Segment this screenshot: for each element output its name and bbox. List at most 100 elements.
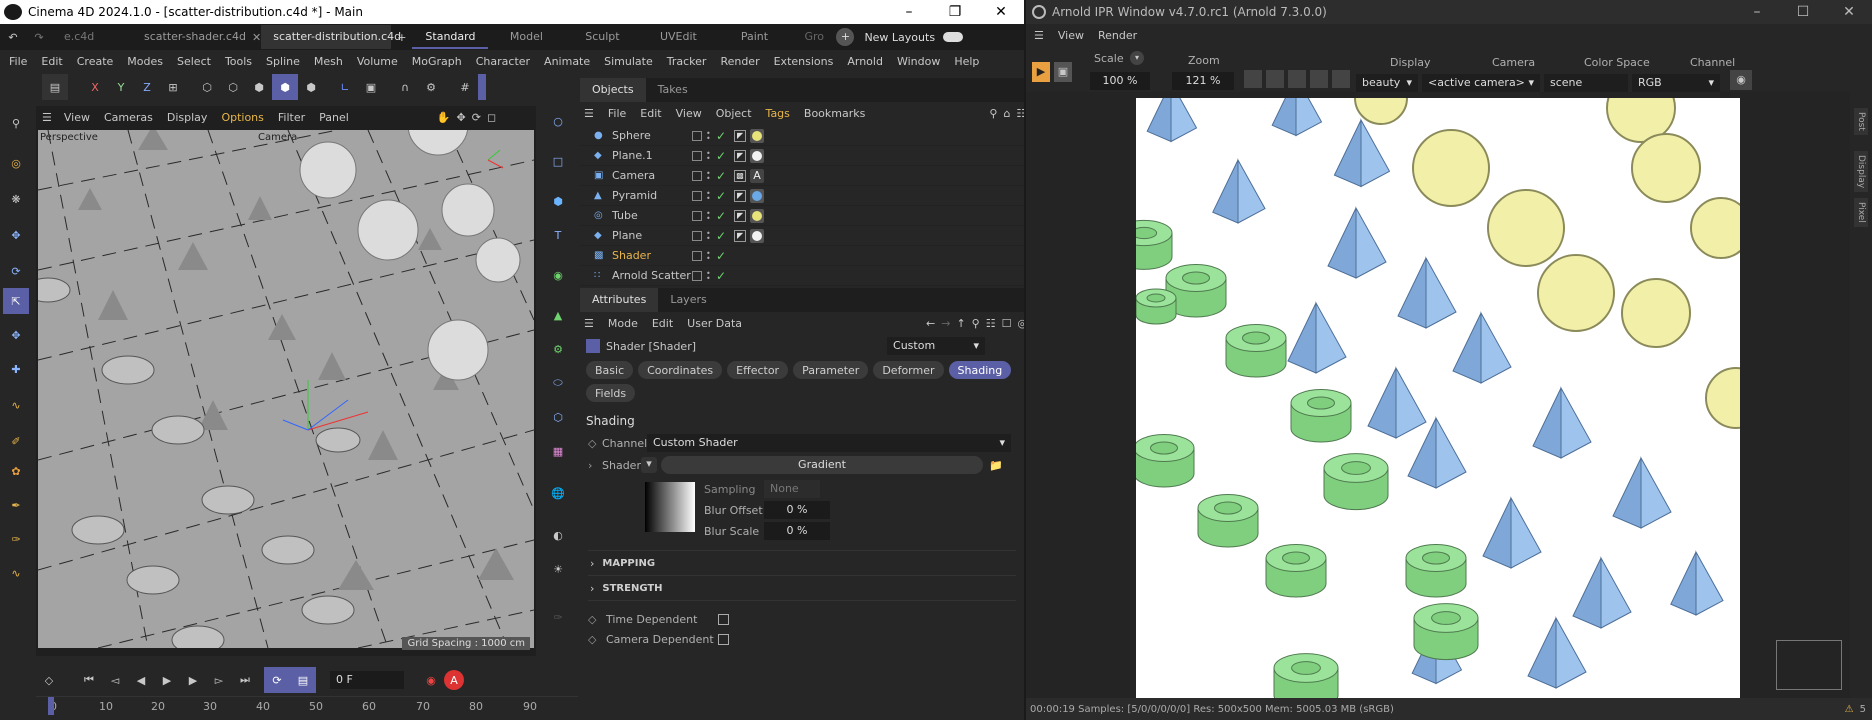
enabled-check-icon[interactable]: ✓ — [716, 249, 726, 263]
cube-icon[interactable]: ⬢ — [545, 188, 571, 214]
material-tag-icon[interactable] — [750, 128, 765, 143]
keyframe-diamond-icon[interactable]: ◇ — [588, 437, 602, 450]
text-icon[interactable]: T — [545, 222, 571, 248]
side-tab-display[interactable]: Display — [1854, 150, 1868, 193]
aov-icon[interactable] — [1244, 70, 1262, 88]
tab-layers[interactable]: Layers — [658, 288, 718, 312]
menu-volume[interactable]: Volume — [357, 55, 398, 68]
render-region-icon[interactable]: ▣ — [1054, 62, 1072, 82]
ipr-menu-render[interactable]: Render — [1098, 29, 1137, 42]
visibility-dots-icon[interactable]: • • — [706, 189, 712, 202]
menu-render[interactable]: Render — [720, 55, 759, 68]
search-icon[interactable]: ⚲ — [989, 107, 997, 120]
rotate-tool-icon[interactable]: ⟳ — [3, 258, 29, 284]
object-row[interactable]: ● Sphere • • ✓ ◤ — [580, 126, 1024, 146]
layout-grid-icon[interactable] — [1310, 70, 1328, 88]
menu-mesh[interactable]: Mesh — [314, 55, 343, 68]
coord-system-icon[interactable]: ⊞ — [160, 74, 186, 100]
spline-rect-icon[interactable]: □ — [545, 148, 571, 174]
material-tag-icon[interactable] — [750, 148, 765, 163]
object-row[interactable]: ◎ Tube • • ✓ ◤ — [580, 206, 1024, 226]
prev-frame-icon[interactable]: ◀ — [128, 667, 154, 693]
range-icon[interactable]: ▤ — [290, 667, 316, 693]
search-icon[interactable]: ⚲ — [972, 317, 980, 330]
visibility-dots-icon[interactable]: • • — [706, 249, 712, 262]
object-name[interactable]: Sphere — [612, 129, 692, 142]
viewport-menu-cameras[interactable]: Cameras — [104, 111, 153, 124]
object-name[interactable]: Arnold Scatter — [612, 269, 692, 282]
viewport-menu-options[interactable]: Options — [221, 111, 263, 124]
scene-icon[interactable]: ▦ — [545, 438, 571, 464]
subtab-basic[interactable]: Basic — [586, 361, 634, 379]
workplane-icon[interactable]: ▣ — [358, 74, 384, 100]
enabled-check-icon[interactable]: ✓ — [716, 189, 726, 203]
close-tab-icon[interactable]: ✕ — [252, 31, 261, 44]
gradient-preview[interactable] — [645, 482, 695, 532]
edges-mode-icon[interactable]: ⬡ — [220, 74, 246, 100]
material-tag-icon[interactable] — [750, 188, 765, 203]
viewport-menu-view[interactable]: View — [64, 111, 90, 124]
zoom-field[interactable]: 121 % — [1172, 72, 1234, 90]
deformer-icon[interactable]: ⬭ — [545, 370, 571, 396]
subtab-fields[interactable]: Fields — [586, 384, 636, 402]
keyframe-icon[interactable]: ◇ — [36, 667, 62, 693]
ipr-menu-view[interactable]: View — [1058, 29, 1084, 42]
editable-icon[interactable] — [692, 150, 702, 161]
maximize-view-icon[interactable]: ◻ — [487, 111, 496, 124]
editable-icon[interactable] — [692, 130, 702, 141]
live-selection-icon[interactable]: ◎ — [3, 150, 29, 176]
viewport-canvas[interactable] — [38, 130, 534, 648]
menu-edit[interactable]: Edit — [41, 55, 62, 68]
scale-field[interactable]: 100 % — [1090, 72, 1150, 90]
expand-chevron-icon[interactable]: › — [588, 459, 602, 472]
scale-tool-icon[interactable]: ⇱ — [3, 288, 29, 314]
monitor-icon[interactable] — [1266, 70, 1284, 88]
maximize-button[interactable]: ❐ — [932, 4, 978, 20]
camera-dropdown[interactable]: <active camera> ▾ — [1422, 74, 1540, 92]
enabled-check-icon[interactable]: ✓ — [716, 269, 726, 283]
object-name[interactable]: Camera — [612, 169, 692, 182]
goto-end-icon[interactable]: ⏭ — [232, 667, 258, 693]
obj-menu-object[interactable]: Object — [716, 107, 752, 120]
environment-icon[interactable]: 🌐 — [545, 480, 571, 506]
subtab-coordinates[interactable]: Coordinates — [638, 361, 723, 379]
snap-icon[interactable]: ∟ — [332, 74, 358, 100]
toolbar-more-icon[interactable] — [478, 74, 486, 100]
editable-icon[interactable] — [692, 250, 702, 261]
tab-takes[interactable]: Takes — [646, 78, 700, 102]
autokey-icon[interactable]: A — [444, 670, 464, 690]
side-tab-pixel[interactable]: Pixel — [1854, 198, 1868, 227]
subtab-deformer[interactable]: Deformer — [873, 361, 944, 379]
subtab-shading[interactable]: Shading — [948, 361, 1012, 379]
move-tool-icon[interactable]: ✥ — [3, 222, 29, 248]
undo-icon[interactable]: ↶ — [0, 24, 26, 50]
arnold-tag-icon[interactable]: A — [750, 168, 765, 183]
field-icon[interactable]: ⬡ — [545, 404, 571, 430]
object-row[interactable]: ◆ Plane.1 • • ✓ ◤ — [580, 146, 1024, 166]
texture-tag-icon[interactable]: ◤ — [734, 209, 747, 222]
blur-offset-field[interactable]: 0 % — [764, 501, 830, 519]
enabled-check-icon[interactable]: ✓ — [716, 149, 726, 163]
camera-tool-icon[interactable]: ◐ — [545, 522, 571, 548]
menu-modes[interactable]: Modes — [127, 55, 163, 68]
visibility-dots-icon[interactable]: • • — [706, 269, 712, 282]
subtab-parameter[interactable]: Parameter — [793, 361, 869, 379]
filter-icon[interactable]: ☷ — [1016, 107, 1024, 120]
maximize-button[interactable]: ☐ — [1780, 4, 1826, 20]
null-object-icon[interactable]: ○ — [545, 108, 571, 134]
display-dropdown[interactable]: beauty ▾ — [1356, 74, 1418, 92]
editable-icon[interactable] — [692, 210, 702, 221]
transform-tool-icon[interactable]: ✥ — [3, 322, 29, 348]
sampling-dropdown[interactable]: None — [764, 480, 820, 498]
generator-icon[interactable]: ◉ — [545, 262, 571, 288]
doc-tab-0[interactable]: e.c4d — [52, 25, 132, 49]
object-name[interactable]: Pyramid — [612, 189, 692, 202]
object-name[interactable]: Plane — [612, 229, 692, 242]
obj-menu-view[interactable]: View — [676, 107, 702, 120]
folder-icon[interactable]: 📁 — [989, 459, 1003, 472]
side-tab-post[interactable]: Post — [1854, 108, 1868, 135]
attr-menu-edit[interactable]: Edit — [652, 317, 673, 330]
attr-menu-userdata[interactable]: User Data — [687, 317, 742, 330]
menu-tools[interactable]: Tools — [225, 55, 252, 68]
hamburger-icon[interactable]: ☰ — [1034, 29, 1044, 42]
